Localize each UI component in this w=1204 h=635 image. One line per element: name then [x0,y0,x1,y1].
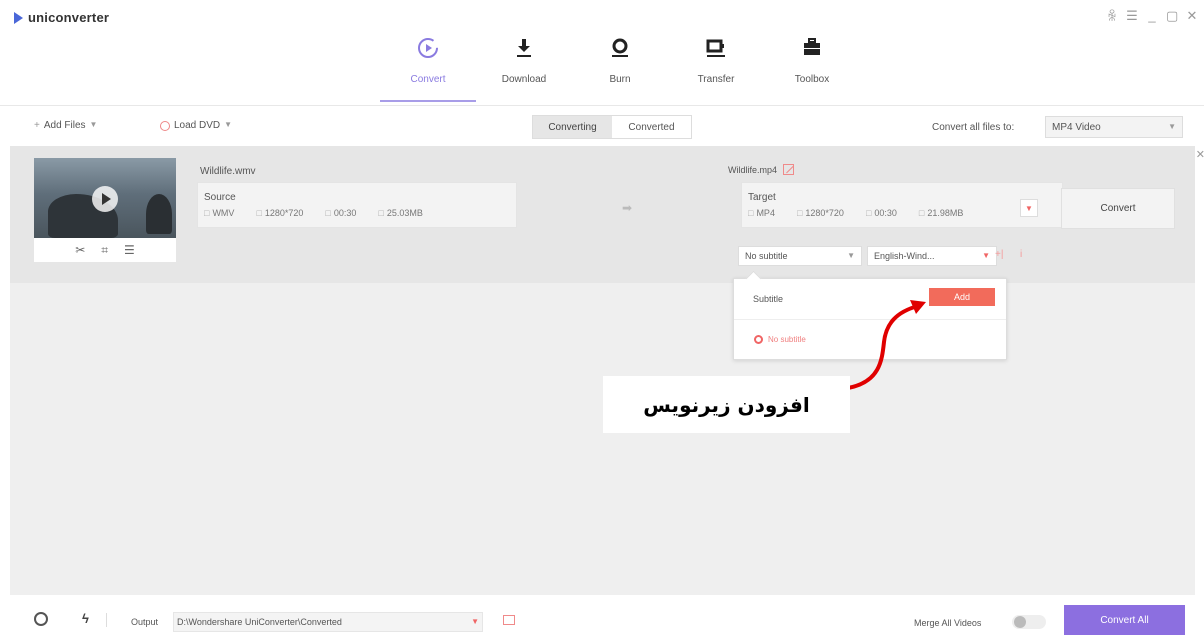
annotation-text: افزودن زیرنویس [643,392,810,417]
info-icon[interactable]: i [1020,249,1022,260]
transfer-icon [704,36,728,60]
source-duration: 00:30 [325,208,357,218]
dvd-icon [160,121,170,131]
nav-burn[interactable]: Burn [572,30,668,102]
chevron-down-icon: ▼ [982,251,990,260]
nav-convert-label: Convert [410,74,446,85]
annotation-label: افزودن زیرنویس [603,376,850,433]
schedule-icon[interactable] [34,612,48,626]
chevron-down-icon: ▼ [89,120,98,129]
add-files-label: Add Files [43,120,86,131]
audio-track-select[interactable]: English-Wind... ▼ [867,246,997,266]
play-icon[interactable] [92,186,118,212]
source-title: Source [204,192,236,203]
output-path-select[interactable]: D:\Wondershare UniConverter\Converted ▼ [173,612,483,632]
chevron-down-icon: ▼ [471,617,479,626]
output-path-value: D:\Wondershare UniConverter\Converted [177,617,342,627]
toolbox-icon [800,36,824,60]
target-size: 21.98MB [919,208,963,218]
convert-all-format-select[interactable]: MP4 Video ▼ [1045,116,1183,138]
add-files-button[interactable]: + Add Files ▼ [34,120,97,131]
chevron-down-icon: ▼ [1168,122,1176,131]
nav-toolbox[interactable]: Toolbox [764,30,860,102]
radio-selected-icon [754,335,763,344]
app-logo: uniconverter [14,10,109,25]
close-icon[interactable]: ✕ [1186,8,1198,25]
target-title: Target [748,192,776,203]
nav-transfer[interactable]: Transfer [668,30,764,102]
audio-track-value: English-Wind... [874,251,935,261]
nav-download[interactable]: Download [476,30,572,102]
target-duration: 00:30 [866,208,897,218]
burn-icon [608,36,632,60]
folder-icon[interactable] [503,615,515,625]
edit-name-icon[interactable] [783,164,795,175]
main-nav: Convert Download Burn Transfer Toolbox [380,30,860,106]
bottom-bar: ϟ Output D:\Wondershare UniConverter\Con… [0,603,1204,635]
plus-icon: + [34,120,40,131]
status-tabs: Converting Converted [532,115,692,139]
source-info: Source WMV 1280*720 00:30 25.03MB [197,182,517,228]
source-format: WMV [204,208,234,218]
subtitle-popup-label: Subtitle [753,294,784,304]
toolbar: + Add Files ▼ Load DVD ▼ Converting Conv… [0,112,1204,142]
title-bar: uniconverter ꆜ ☰ _ ▢ ✕ [0,0,1204,30]
nav-download-label: Download [501,74,547,85]
add-audio-icon[interactable]: +| [995,249,1003,260]
trim-icon[interactable]: ✂ [75,243,85,257]
user-icon[interactable]: ꆜ [1106,8,1118,25]
crop-icon[interactable]: ⌗ [101,243,108,258]
window-controls: ꆜ ☰ _ ▢ ✕ [1106,8,1198,25]
nav-transfer-label: Transfer [697,74,735,85]
video-thumbnail[interactable] [34,158,176,238]
target-format: MP4 [748,208,775,218]
subtitle-value: No subtitle [745,251,788,261]
maximize-icon[interactable]: ▢ [1166,8,1178,25]
file-item: ✕ ✂ ⌗ ☰ Wildlife.wmv Source WMV 1280*720… [10,146,1204,283]
menu-icon[interactable]: ☰ [1126,8,1138,25]
effects-icon[interactable]: ☰ [124,243,135,257]
target-resolution: 1280*720 [797,208,844,218]
target-info: Target MP4 1280*720 00:30 21.98MB [741,182,1063,228]
tab-converting[interactable]: Converting [533,116,612,138]
target-file-name-row: Wildlife.mp4 [728,164,795,175]
output-label: Output [131,617,159,627]
arrow-right-icon: ➡ [622,201,633,215]
convert-icon [416,36,440,60]
source-size: 25.03MB [378,208,423,218]
logo-play-icon [14,11,23,24]
tab-converted[interactable]: Converted [612,116,691,138]
no-subtitle-option[interactable]: No subtitle [754,335,806,344]
source-file-name: Wildlife.wmv [200,166,256,177]
remove-file-icon[interactable]: ✕ [1196,148,1204,161]
target-file-name: Wildlife.mp4 [728,164,778,175]
nav-divider [0,105,1204,106]
source-resolution: 1280*720 [256,208,304,218]
chevron-down-icon: ▼ [847,251,855,260]
convert-button[interactable]: Convert [1061,188,1175,229]
chevron-down-icon: ▼ [224,120,233,129]
annotation-arrow-icon [847,300,926,390]
no-subtitle-label: No subtitle [768,335,806,344]
nav-toolbox-label: Toolbox [794,74,830,85]
convert-all-button[interactable]: Convert All [1064,605,1185,635]
download-icon [512,36,536,60]
edit-tools: ✂ ⌗ ☰ [34,238,176,262]
merge-all-toggle[interactable] [1012,615,1046,629]
app-name: uniconverter [28,10,110,25]
convert-all-to-label: Convert all files to: [932,122,1015,133]
convert-all-format-value: MP4 Video [1052,122,1101,133]
lightning-icon[interactable]: ϟ [82,611,89,626]
merge-all-label: Merge All Videos [914,618,982,628]
subtitle-select[interactable]: No subtitle ▼ [738,246,862,266]
target-format-dropdown[interactable]: ▼ [1020,199,1038,217]
nav-convert[interactable]: Convert [380,30,476,102]
file-list-empty-area [10,283,1195,595]
nav-burn-label: Burn [609,74,631,85]
load-dvd-label: Load DVD [174,120,221,131]
load-dvd-button[interactable]: Load DVD ▼ [160,120,232,131]
minimize-icon[interactable]: _ [1146,8,1158,25]
